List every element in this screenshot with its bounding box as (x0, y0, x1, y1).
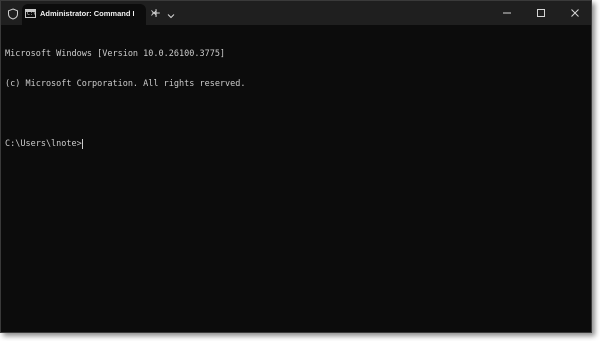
terminal-output[interactable]: Microsoft Windows [Version 10.0.26100.37… (5, 29, 587, 328)
tab-command-prompt[interactable]: C:\ Administrator: Command Pro × (22, 4, 158, 25)
terminal-icon: C:\ (25, 9, 37, 18)
maximize-icon (537, 9, 545, 17)
minimize-icon (503, 12, 511, 14)
minimize-button[interactable] (490, 1, 524, 25)
tab-title: Administrator: Command Pro (40, 9, 134, 18)
text-cursor (81, 139, 83, 149)
close-window-button[interactable] (558, 1, 591, 25)
terminal-line: Microsoft Windows [Version 10.0.26100.37… (5, 49, 226, 59)
terminal-window: C:\ Administrator: Command Pro × + Micro… (0, 0, 592, 333)
shield-icon (7, 7, 19, 20)
prompt-line: C:\Users\lnote> (5, 139, 587, 149)
plus-icon[interactable]: + (151, 7, 161, 19)
title-bar[interactable]: C:\ Administrator: Command Pro × + (1, 1, 591, 25)
chevron-down-icon[interactable] (166, 8, 176, 19)
prompt: C:\Users\lnote> (5, 139, 82, 149)
terminal-line: (c) Microsoft Corporation. All rights re… (5, 79, 246, 89)
close-window-icon (571, 9, 579, 17)
maximize-button[interactable] (524, 1, 558, 25)
